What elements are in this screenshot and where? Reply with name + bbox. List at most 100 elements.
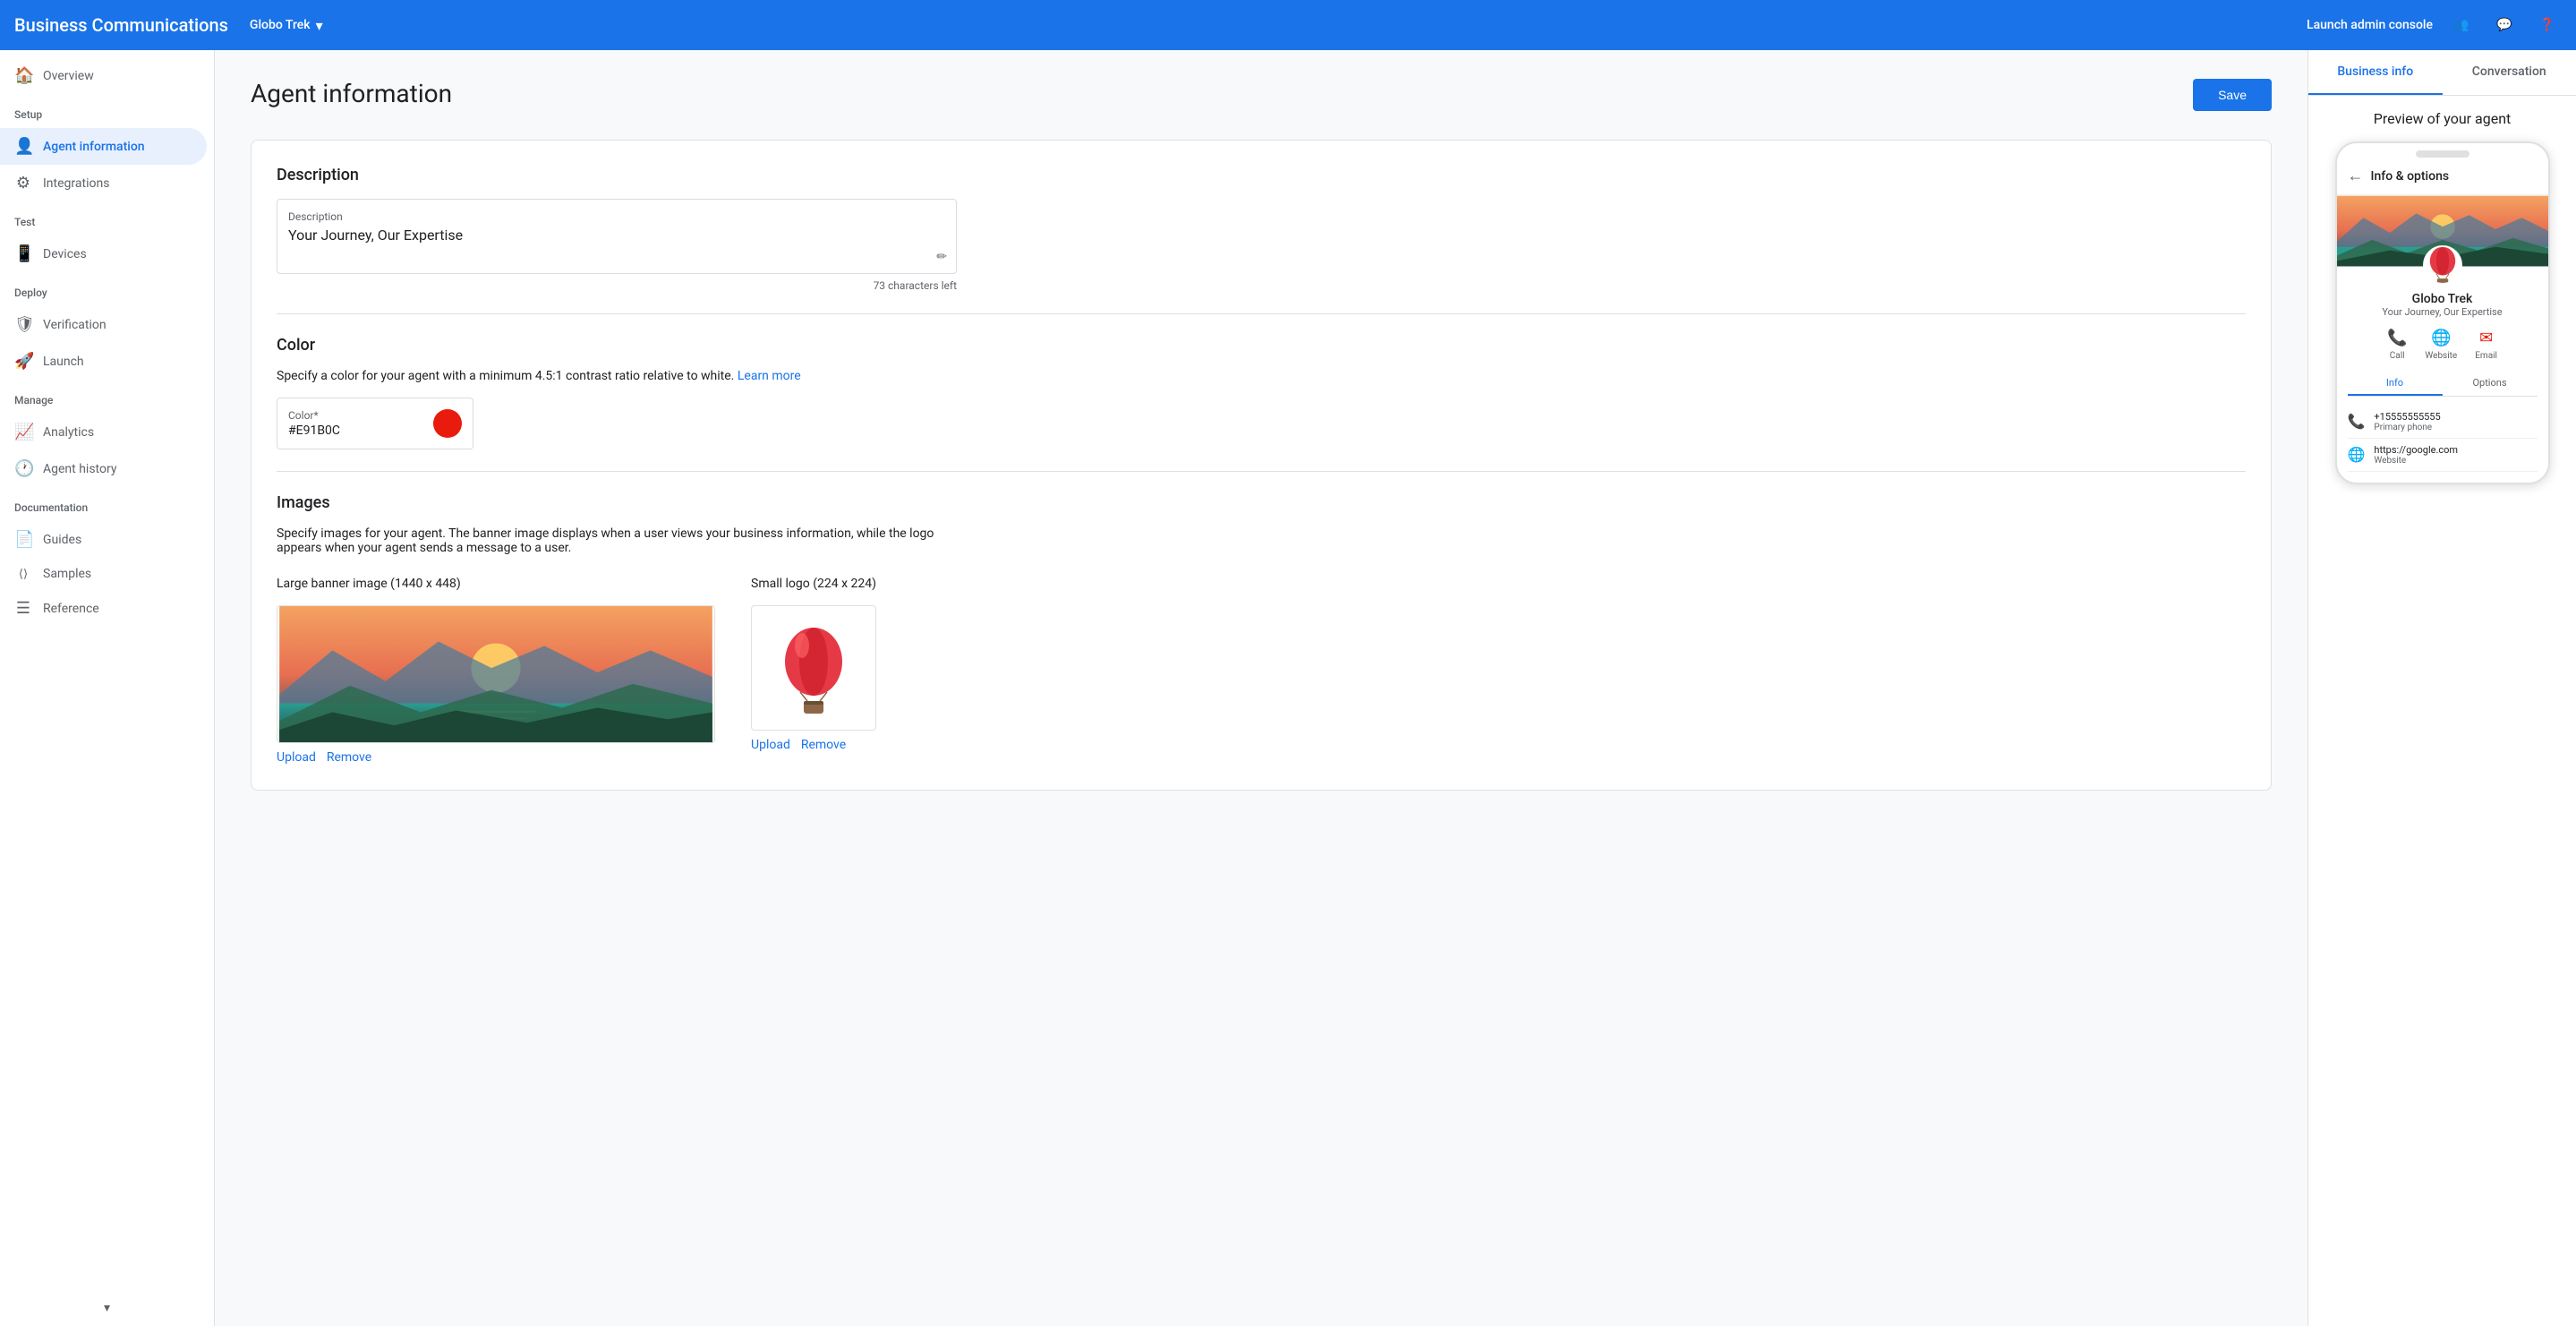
phone-row-call-icon: 📞 bbox=[2348, 413, 2366, 430]
sidebar-item-label: Analytics bbox=[43, 425, 94, 440]
sidebar-item-label: Guides bbox=[43, 533, 81, 547]
banner-image-block: Large banner image (1440 x 448) bbox=[277, 577, 715, 765]
description-field[interactable]: Description Your Journey, Our Expertise … bbox=[277, 199, 957, 274]
page-header: Agent information Save bbox=[251, 79, 2272, 111]
person-icon: 👤 bbox=[14, 137, 32, 156]
call-icon: 📞 bbox=[2387, 329, 2407, 347]
sidebar-item-reference[interactable]: ☰ Reference bbox=[0, 590, 207, 627]
email-label: Email bbox=[2475, 351, 2497, 361]
sidebar-item-label: Samples bbox=[43, 567, 91, 581]
color-field[interactable]: Color* #E91B0C bbox=[277, 398, 473, 449]
sidebar-section-manage: Manage bbox=[0, 380, 214, 414]
sidebar-item-guides[interactable]: 📄 Guides bbox=[0, 521, 207, 558]
phone-action-website: 🌐 Website bbox=[2425, 329, 2457, 361]
description-label: Description bbox=[288, 210, 945, 223]
sidebar-item-label: Agent information bbox=[43, 140, 145, 154]
banner-upload-link[interactable]: Upload bbox=[277, 750, 316, 765]
phone-info-label: Primary phone bbox=[2374, 423, 2440, 432]
phone-mockup: ← Info & options bbox=[2335, 141, 2550, 484]
color-section-title: Color bbox=[277, 336, 2246, 355]
tab-conversation[interactable]: Conversation bbox=[2443, 50, 2576, 95]
brand-name: Globo Trek bbox=[250, 18, 311, 32]
sidebar-item-agent-information[interactable]: 👤 Agent information bbox=[0, 128, 207, 165]
website-icon: 🌐 bbox=[2431, 329, 2451, 347]
samples-icon: ⟨⟩ bbox=[14, 568, 32, 581]
sidebar-item-label: Reference bbox=[43, 602, 99, 616]
launch-icon: 🚀 bbox=[14, 352, 32, 371]
banner-actions: Upload Remove bbox=[277, 750, 715, 765]
phone-header: ← Info & options bbox=[2337, 158, 2548, 195]
email-icon: ✉ bbox=[2479, 329, 2493, 347]
help-icon[interactable]: ❓ bbox=[2533, 11, 2562, 39]
sidebar-item-label: Launch bbox=[43, 355, 84, 369]
phone-logo-overlay bbox=[2423, 245, 2462, 285]
description-section: Description Description Your Journey, Ou… bbox=[251, 140, 2272, 791]
color-dot bbox=[433, 409, 462, 438]
preview-title: Preview of your agent bbox=[2323, 110, 2562, 127]
phone-agent-name: Globo Trek bbox=[2348, 292, 2538, 306]
sidebar-section-setup: Setup bbox=[0, 94, 214, 128]
tab-business-info[interactable]: Business info bbox=[2308, 50, 2443, 95]
shield-icon: 🛡 bbox=[14, 315, 32, 334]
phone-info-label: Website bbox=[2374, 456, 2458, 466]
description-section-title: Description bbox=[277, 166, 2246, 184]
images-grid: Large banner image (1440 x 448) bbox=[277, 577, 2246, 765]
sidebar-item-launch[interactable]: 🚀 Launch bbox=[0, 343, 207, 380]
page-title: Agent information bbox=[251, 79, 452, 108]
phone-info-row-website: 🌐 https://google.com Website bbox=[2348, 439, 2538, 472]
sidebar-item-label: Integrations bbox=[43, 176, 109, 191]
brand-selector[interactable]: Globo Trek ▾ bbox=[250, 17, 323, 34]
website-label: Website bbox=[2425, 351, 2457, 361]
phone-banner-wrapper bbox=[2337, 195, 2548, 267]
phone-info-value: https://google.com bbox=[2374, 444, 2458, 456]
logo-remove-link[interactable]: Remove bbox=[801, 738, 846, 752]
images-hint: Specify images for your agent. The banne… bbox=[277, 526, 957, 555]
sidebar-item-label: Devices bbox=[43, 247, 87, 261]
call-label: Call bbox=[2390, 351, 2405, 361]
phone-action-call: 📞 Call bbox=[2387, 329, 2407, 361]
edit-icon[interactable]: ✏ bbox=[936, 250, 947, 264]
banner-remove-link[interactable]: Remove bbox=[327, 750, 371, 765]
logo-actions: Upload Remove bbox=[751, 738, 876, 752]
sidebar-item-agent-history[interactable]: 🕐 Agent history bbox=[0, 450, 207, 487]
people-icon[interactable]: 👥 bbox=[2447, 11, 2476, 39]
phone-info-rows: 📞 +15555555555 Primary phone 🌐 https://g… bbox=[2348, 406, 2538, 472]
phone-tab-options[interactable]: Options bbox=[2443, 372, 2538, 396]
save-button[interactable]: Save bbox=[2193, 79, 2272, 111]
launch-admin-link[interactable]: Launch admin console bbox=[2307, 18, 2433, 32]
color-label: Color* bbox=[288, 409, 340, 422]
guides-icon: 📄 bbox=[14, 530, 32, 549]
phone-actions: 📞 Call 🌐 Website ✉ Email bbox=[2348, 329, 2538, 361]
chevron-down-icon: ▾ bbox=[316, 17, 323, 34]
right-panel: Business info Conversation Preview of yo… bbox=[2307, 50, 2576, 1326]
history-icon: 🕐 bbox=[14, 459, 32, 478]
sidebar-item-overview[interactable]: 🏠 Overview bbox=[0, 57, 207, 94]
home-icon: 🏠 bbox=[14, 66, 32, 85]
top-nav-actions: Launch admin console 👥 💬 ❓ bbox=[2307, 11, 2562, 39]
sidebar-item-integrations[interactable]: ⚙ Integrations bbox=[0, 165, 207, 201]
description-counter: 73 characters left bbox=[277, 279, 957, 292]
description-value: Your Journey, Our Expertise bbox=[288, 227, 945, 262]
sidebar-item-devices[interactable]: 📱 Devices bbox=[0, 235, 207, 272]
phone-action-email: ✉ Email bbox=[2475, 329, 2497, 361]
phone-tabs: Info Options bbox=[2348, 372, 2538, 397]
back-icon: ← bbox=[2348, 167, 2364, 185]
logo-image-block: Small logo (224 x 224) bbox=[751, 577, 876, 752]
chat-icon[interactable]: 💬 bbox=[2490, 11, 2519, 39]
phone-tab-info[interactable]: Info bbox=[2348, 372, 2443, 396]
sidebar-section-deploy: Deploy bbox=[0, 272, 214, 306]
sidebar-item-analytics[interactable]: 📈 Analytics bbox=[0, 414, 207, 450]
phone-agent-desc: Your Journey, Our Expertise bbox=[2348, 306, 2538, 318]
sidebar-item-verification[interactable]: 🛡 Verification bbox=[0, 306, 207, 343]
reference-icon: ☰ bbox=[14, 599, 32, 618]
sidebar-scroll-down[interactable]: ▾ bbox=[97, 1297, 118, 1319]
phone-body: Globo Trek Your Journey, Our Expertise 📞… bbox=[2337, 267, 2548, 483]
top-nav: Business Communications Globo Trek ▾ Lau… bbox=[0, 0, 2576, 50]
sidebar-item-label: Overview bbox=[43, 69, 94, 83]
logo-upload-link[interactable]: Upload bbox=[751, 738, 790, 752]
logo-label: Small logo (224 x 224) bbox=[751, 577, 876, 591]
phone-notch bbox=[2416, 150, 2469, 158]
right-panel-tabs: Business info Conversation bbox=[2308, 50, 2576, 96]
sidebar-item-samples[interactable]: ⟨⟩ Samples bbox=[0, 558, 207, 590]
learn-more-link[interactable]: Learn more bbox=[738, 369, 801, 383]
